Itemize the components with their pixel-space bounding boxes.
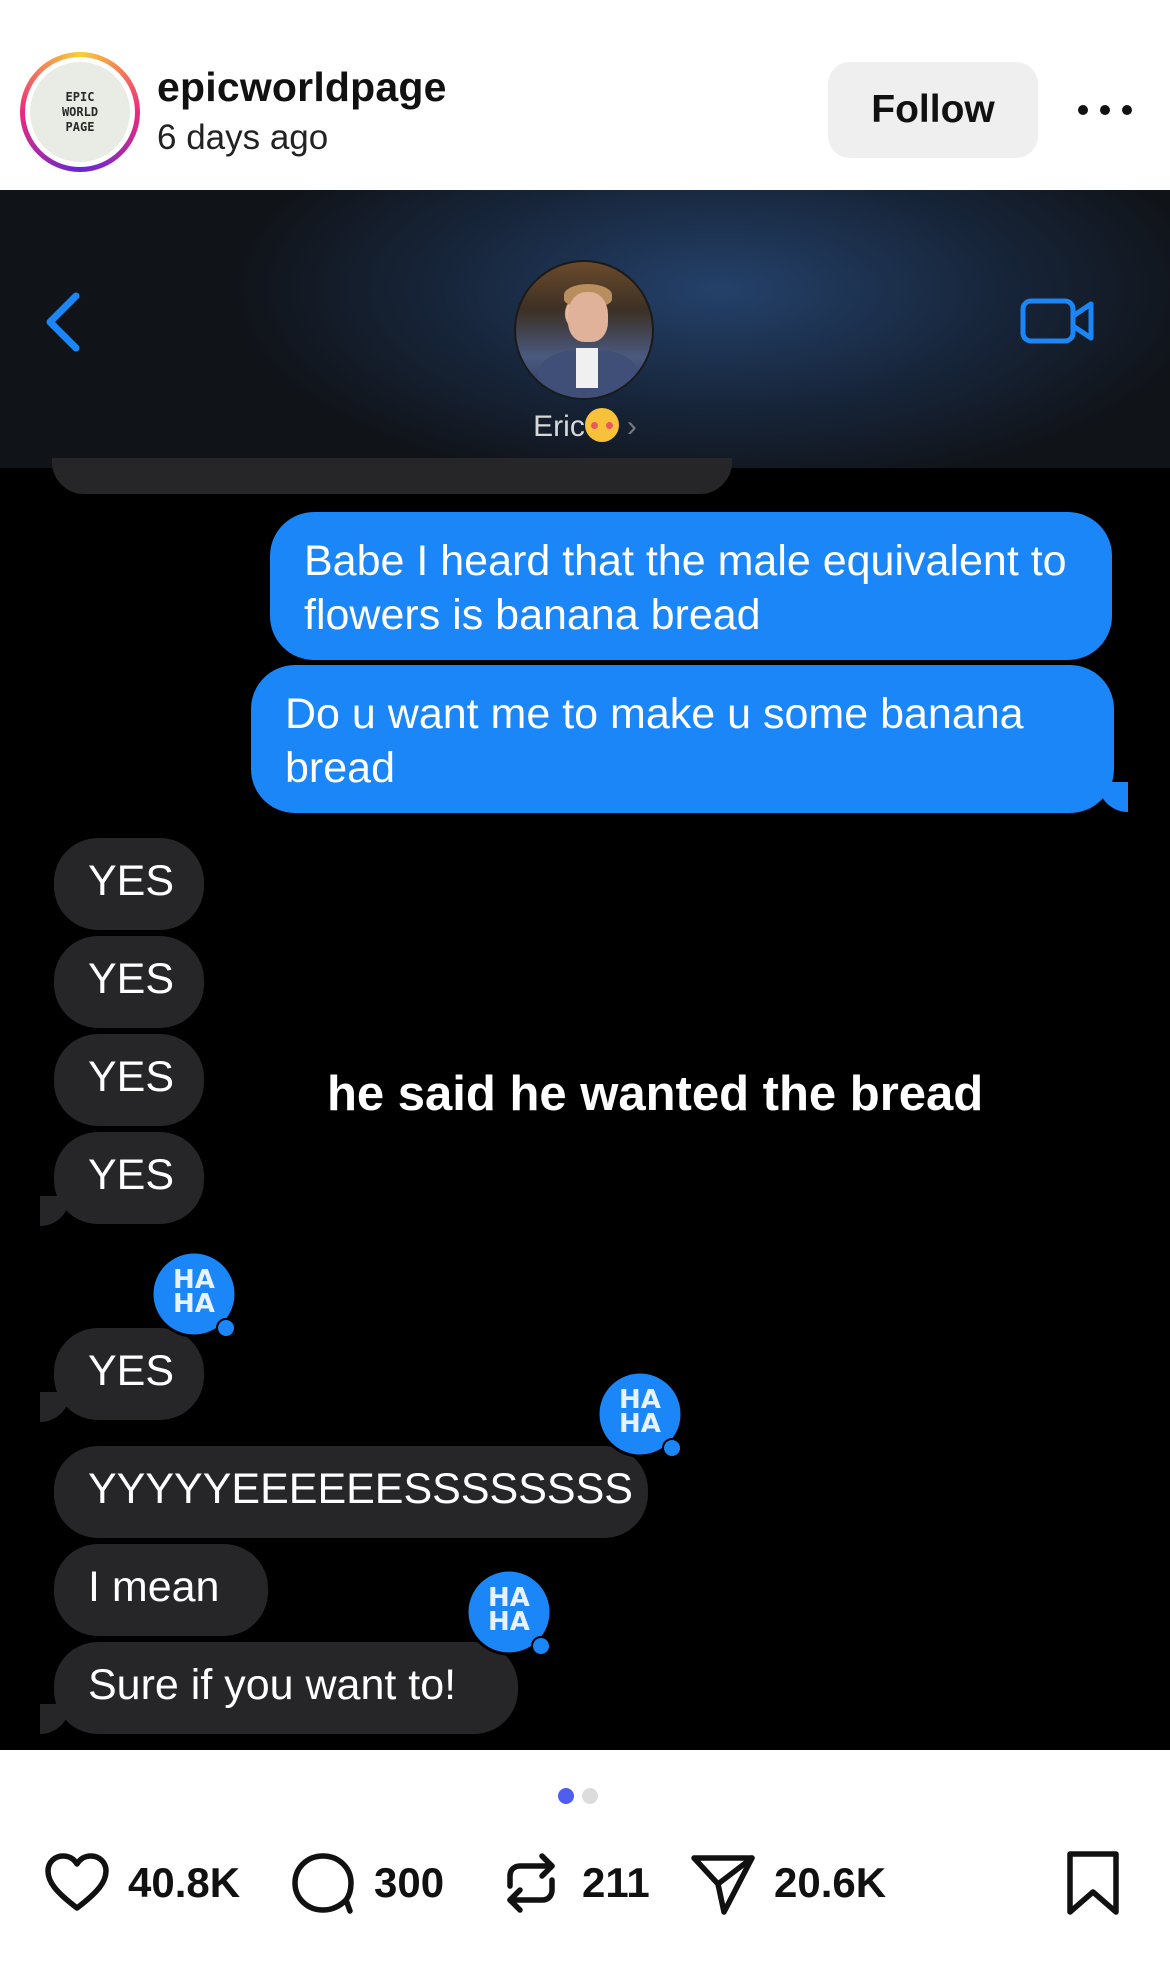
account-name[interactable]: epicworldpage xyxy=(157,64,447,111)
received-message: Sure if you want to! xyxy=(54,1642,518,1734)
post-actions-bar: 40.8K 300 211 20.6K xyxy=(0,1750,1170,1969)
received-message: I mean xyxy=(54,1544,268,1636)
bookmark-icon[interactable] xyxy=(1060,1848,1126,1918)
bubble-tail xyxy=(40,1704,70,1734)
chevron-right-icon: › xyxy=(626,410,637,443)
message-text: YYYYYEEEEEESSSSSSSS xyxy=(88,1465,633,1513)
comment-bubble-icon xyxy=(292,1853,354,1914)
message-text: I mean xyxy=(88,1563,220,1611)
epic-world-page-logo: EPIC WORLD PAGE xyxy=(30,62,130,162)
sent-message: Do u want me to make u some banana bread xyxy=(251,665,1114,813)
follow-button[interactable]: Follow xyxy=(828,62,1038,158)
received-message: YES xyxy=(54,838,204,930)
sent-message: Babe I heard that the male equivalent to… xyxy=(270,512,1112,660)
contact-name: Eric xyxy=(533,410,585,443)
bubble-tail xyxy=(40,1392,70,1422)
message-text: YES xyxy=(88,1347,175,1395)
svg-text:EPIC: EPIC xyxy=(66,90,95,104)
comment-button[interactable]: 300 xyxy=(288,1848,444,1918)
bubble-tail xyxy=(40,1196,70,1226)
share-button[interactable]: 20.6K xyxy=(688,1848,886,1918)
previous-message-bubble xyxy=(52,458,732,494)
smiling-face-with-hearts-icon xyxy=(584,408,619,442)
more-horizontal-icon[interactable] xyxy=(1070,88,1140,132)
send-paper-plane-icon xyxy=(691,1855,755,1915)
heart-icon xyxy=(45,1853,109,1911)
received-message: YYYYYEEEEEESSSSSSSS xyxy=(54,1446,648,1538)
svg-text:WORLD: WORLD xyxy=(62,105,98,119)
like-count: 40.8K xyxy=(128,1859,241,1906)
account-avatar[interactable]: EPIC WORLD PAGE xyxy=(20,52,140,172)
message-text: YES xyxy=(88,955,175,1003)
carousel-dot[interactable] xyxy=(582,1788,598,1804)
carousel-indicator xyxy=(558,1788,598,1804)
comment-count: 300 xyxy=(374,1859,445,1906)
repost-count: 211 xyxy=(582,1859,650,1906)
post-header: EPIC WORLD PAGE epicworldpage 6 days ago… xyxy=(0,0,1170,190)
haha-reaction-icon: HA HA xyxy=(465,1568,553,1656)
message-text: Sure if you want to! xyxy=(88,1661,457,1709)
overlay-caption: he said he wanted the bread xyxy=(327,1067,984,1121)
contact-avatar xyxy=(514,260,654,400)
share-count: 20.6K xyxy=(774,1859,887,1906)
reaction-text: HA HA xyxy=(488,1583,530,1637)
chat-header: Eric › xyxy=(0,190,1170,468)
contact-name-row: Eric › xyxy=(0,408,1170,444)
message-text: YES xyxy=(88,1151,175,1199)
haha-reaction-icon: HA HA xyxy=(150,1250,238,1338)
message-text: Do u want me to make u some banana bread xyxy=(285,690,1024,792)
message-text: Babe I heard that the male equivalent to… xyxy=(304,537,1067,639)
received-message: YES xyxy=(54,1132,204,1224)
post-timestamp: 6 days ago xyxy=(157,118,329,157)
bubble-tail xyxy=(1098,782,1128,812)
reaction-text: HA HA xyxy=(173,1265,215,1319)
like-button[interactable]: 40.8K xyxy=(42,1848,240,1918)
reaction-text: HA HA xyxy=(619,1385,661,1439)
post-image[interactable]: Eric › Babe I heard that the male equival… xyxy=(0,190,1170,1750)
received-message: YES xyxy=(54,936,204,1028)
haha-reaction-icon: HA HA xyxy=(596,1370,684,1458)
chevron-left-icon xyxy=(46,292,80,352)
svg-text:PAGE: PAGE xyxy=(66,120,95,134)
repost-icon xyxy=(507,1853,555,1913)
message-text: YES xyxy=(88,1053,175,1101)
received-message: YES xyxy=(54,1034,204,1126)
repost-button[interactable]: 211 xyxy=(496,1848,650,1918)
message-text: YES xyxy=(88,857,175,905)
video-camera-icon xyxy=(1020,298,1094,344)
carousel-dot-active[interactable] xyxy=(558,1788,574,1804)
